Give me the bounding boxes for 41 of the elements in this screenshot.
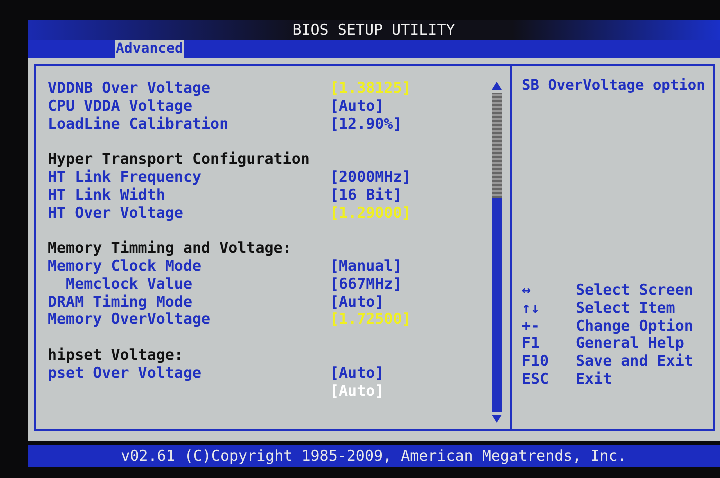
setting-label[interactable]: HT Link Frequency [48, 168, 330, 187]
setting-label[interactable]: Memory OverVoltage [48, 311, 330, 330]
setting-value[interactable]: [2000MHz] [330, 168, 412, 187]
setting-value[interactable]: [Manual] [330, 258, 402, 276]
setting-value[interactable]: [16 Bit] [330, 186, 402, 205]
key-action: Select Screen [576, 282, 694, 300]
scrollbar[interactable] [492, 93, 502, 412]
setting-label[interactable]: Memory Clock Mode [48, 258, 330, 276]
scroll-up-icon[interactable] [492, 82, 502, 90]
footer-bar: v02.61 (C)Copyright 1985-2009, American Megatrends, Inc. [28, 445, 720, 467]
setting-label[interactable]: pset Over Voltage [48, 364, 330, 383]
section-heading: Hyper Transport Configuration [48, 151, 311, 169]
setting-label[interactable]: LoadLine Calibration [48, 116, 330, 134]
setting-label[interactable]: DRAM Timing Mode [48, 294, 330, 312]
key-label: +- [522, 318, 542, 336]
key-label: ESC [522, 370, 550, 389]
setting-label[interactable]: HT Link Width [48, 186, 330, 205]
title-bar: BIOS SETUP UTILITY [28, 20, 720, 40]
key-label: F10 [522, 353, 550, 371]
setting-value[interactable]: [12.90%] [330, 116, 402, 134]
tab[interactable]: Advanced [115, 40, 184, 58]
setting-label[interactable]: Memclock Value [48, 276, 330, 294]
setting-label[interactable]: VDDNB Over Voltage [48, 80, 330, 98]
setting-label[interactable]: CPU VDDA Voltage [48, 98, 330, 116]
help-text: SB OverVoltage option [522, 78, 706, 94]
key-action: Change Option [576, 318, 694, 336]
key-label: ↑↓ [522, 300, 542, 318]
key-label: ↔ [522, 282, 532, 300]
key-action: Select Item [576, 300, 676, 318]
setting-value[interactable]: [667MHz] [330, 276, 402, 294]
setting-value[interactable]: [Auto] [330, 294, 384, 312]
setting-value[interactable]: [Auto] [330, 98, 384, 116]
setting-label[interactable]: HT Over Voltage [48, 204, 330, 222]
key-label: F1 [522, 335, 542, 354]
key-action: Exit [576, 370, 612, 389]
key-action: General Help [576, 335, 684, 354]
section-heading: hipset Voltage: [48, 346, 184, 365]
scroll-down-icon[interactable] [492, 415, 502, 423]
section-heading: Memory Timming and Voltage: [48, 240, 293, 258]
key-action: Save and Exit [576, 353, 694, 371]
setting-value[interactable]: [Auto] [330, 364, 384, 383]
